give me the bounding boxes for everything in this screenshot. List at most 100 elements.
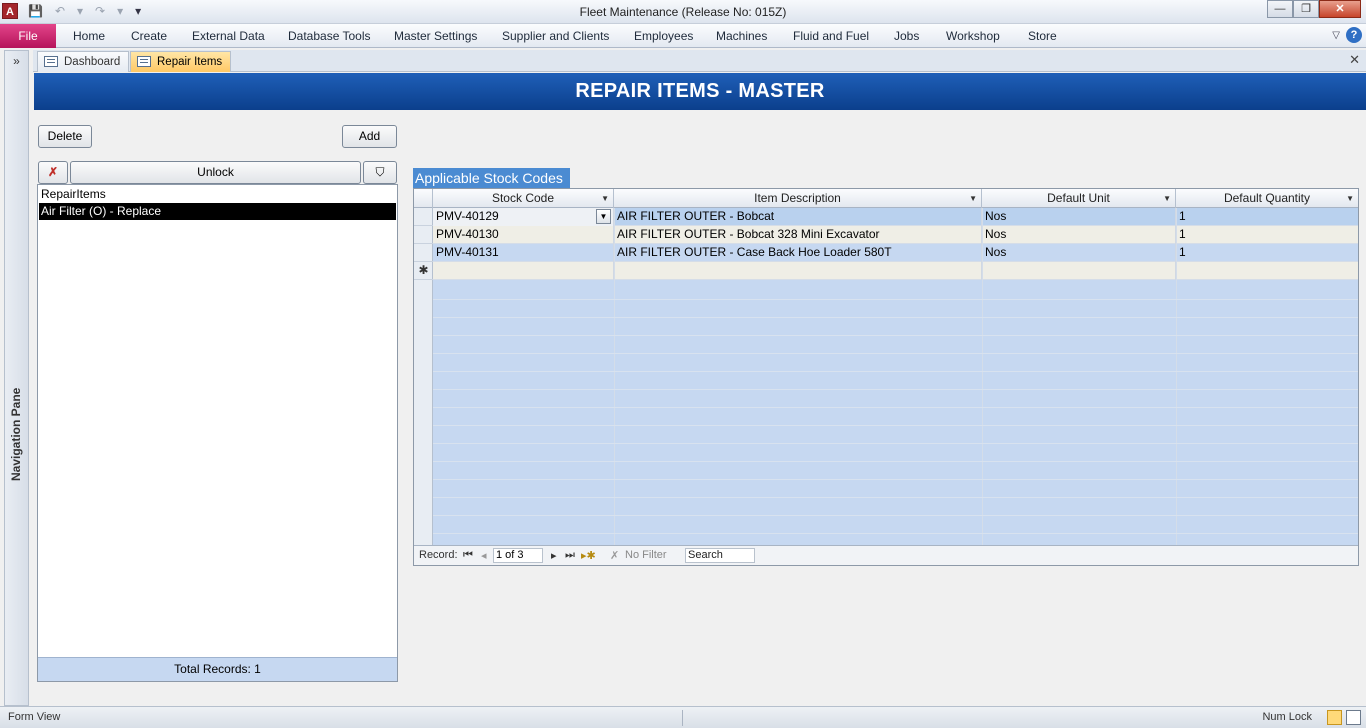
- column-dropdown-icon[interactable]: ▼: [1346, 190, 1354, 208]
- record-selector[interactable]: [414, 208, 433, 226]
- unlock-button[interactable]: Unlock: [70, 161, 361, 184]
- default-unit-cell[interactable]: Nos: [982, 226, 1176, 244]
- first-record-icon[interactable]: ⏮: [463, 549, 473, 562]
- default-unit-cell[interactable]: Nos: [982, 208, 1176, 226]
- grid-line: [433, 353, 1358, 354]
- default-unit-cell[interactable]: Nos: [982, 244, 1176, 262]
- undo-dropdown-icon[interactable]: ▾: [77, 4, 83, 18]
- tab-machines[interactable]: Machines: [716, 29, 767, 43]
- grid-line: [433, 299, 1358, 300]
- close-document-icon[interactable]: ✕: [1349, 52, 1360, 68]
- status-bar: Form View Num Lock: [0, 706, 1366, 728]
- previous-record-icon[interactable]: ◂: [481, 549, 487, 562]
- last-record-icon[interactable]: ⏭: [565, 549, 575, 562]
- ribbon-right-controls: ▽ ?: [1332, 27, 1362, 43]
- no-filter-icon[interactable]: ✗: [610, 549, 619, 562]
- tab-file[interactable]: File: [0, 24, 56, 48]
- column-divider: [614, 208, 615, 546]
- minimize-ribbon-icon[interactable]: ▽: [1332, 30, 1340, 41]
- close-button[interactable]: ✕: [1319, 0, 1361, 18]
- default-quantity-cell[interactable]: 1: [1176, 226, 1358, 244]
- document-tabs: Dashboard Repair Items: [33, 50, 1366, 72]
- tab-create[interactable]: Create: [131, 29, 167, 43]
- column-header-default-quantity[interactable]: Default Quantity ▼: [1176, 189, 1358, 208]
- redo-dropdown-icon[interactable]: ▾: [117, 4, 123, 18]
- new-record-row[interactable]: [433, 262, 1358, 280]
- add-button[interactable]: Add: [342, 125, 397, 148]
- column-header-default-unit[interactable]: Default Unit ▼: [982, 189, 1176, 208]
- access-app-icon[interactable]: A: [2, 3, 18, 19]
- record-selector[interactable]: [414, 244, 433, 262]
- search-input[interactable]: Search: [685, 548, 755, 563]
- column-header-stock-code[interactable]: Stock Code ▼: [433, 189, 614, 208]
- combo-dropdown-icon[interactable]: ▼: [596, 209, 611, 224]
- repair-items-list[interactable]: RepairItems Air Filter (O) - Replace Tot…: [37, 184, 398, 682]
- customize-qat-icon[interactable]: ▾: [135, 4, 141, 18]
- table-row[interactable]: PMV-40130 AIR FILTER OUTER - Bobcat 328 …: [433, 226, 1358, 244]
- delete-button[interactable]: Delete: [38, 125, 92, 148]
- default-unit-cell[interactable]: [982, 262, 1176, 280]
- design-view-icon[interactable]: [1346, 710, 1361, 725]
- tab-store[interactable]: Store: [1028, 29, 1057, 43]
- table-row[interactable]: PMV-40131 AIR FILTER OUTER - Case Back H…: [433, 244, 1358, 262]
- title-bar: A 💾 ↶ ▾ ↷ ▾ ▾ Fleet Maintenance (Release No: …: [0, 0, 1366, 24]
- expand-nav-icon[interactable]: »: [5, 54, 28, 68]
- tab-master-settings[interactable]: Master Settings: [394, 29, 477, 43]
- help-icon[interactable]: ?: [1346, 27, 1362, 43]
- tab-external-data[interactable]: External Data: [192, 29, 265, 43]
- doc-tab-dashboard[interactable]: Dashboard: [37, 51, 130, 72]
- item-description-cell[interactable]: AIR FILTER OUTER - Case Back Hoe Loader …: [614, 244, 982, 262]
- undo-icon[interactable]: ↶: [55, 4, 65, 18]
- status-divider: [682, 710, 683, 726]
- column-dropdown-icon[interactable]: ▼: [969, 190, 977, 208]
- default-quantity-cell[interactable]: [1176, 262, 1358, 280]
- list-item[interactable]: Air Filter (O) - Replace: [39, 203, 396, 220]
- item-description-cell[interactable]: AIR FILTER OUTER - Bobcat 328 Mini Excav…: [614, 226, 982, 244]
- redo-icon[interactable]: ↷: [95, 4, 105, 18]
- column-header-item-description[interactable]: Item Description ▼: [614, 189, 982, 208]
- form-view-icon[interactable]: [1327, 710, 1342, 725]
- next-record-icon[interactable]: ▸: [551, 549, 557, 562]
- new-record-nav-icon[interactable]: ▸✱: [581, 549, 596, 562]
- select-all-cell[interactable]: [414, 189, 433, 208]
- tab-database-tools[interactable]: Database Tools: [288, 29, 371, 43]
- stock-code-cell[interactable]: [433, 262, 614, 280]
- grid-line: [433, 533, 1358, 534]
- list-header: RepairItems: [41, 187, 106, 201]
- stock-code-cell[interactable]: PMV-40131: [433, 244, 614, 262]
- table-row[interactable]: PMV-40129 ▼ AIR FILTER OUTER - Bobcat Nos…: [433, 208, 1358, 226]
- default-quantity-cell[interactable]: 1: [1176, 208, 1358, 226]
- tab-employees[interactable]: Employees: [634, 29, 693, 43]
- new-record-icon[interactable]: ✱: [414, 262, 433, 280]
- filter-icon[interactable]: ⛉: [363, 161, 397, 184]
- column-label: Default Unit: [1047, 191, 1110, 205]
- tab-fluid-and-fuel[interactable]: Fluid and Fuel: [793, 29, 869, 43]
- column-label: Default Quantity: [1223, 191, 1311, 205]
- navigation-pane[interactable]: » Navigation Pane: [4, 50, 29, 706]
- no-filter-label[interactable]: No Filter: [625, 549, 667, 561]
- column-dropdown-icon[interactable]: ▼: [601, 190, 609, 208]
- form-title: REPAIR ITEMS - MASTER: [34, 73, 1366, 110]
- window-controls: — ❐ ✕: [1267, 0, 1361, 18]
- record-selector[interactable]: [414, 226, 433, 244]
- doc-tab-label: Repair Items: [157, 56, 223, 68]
- tab-home[interactable]: Home: [73, 29, 105, 43]
- current-record-input[interactable]: 1 of 3: [493, 548, 543, 563]
- tab-jobs[interactable]: Jobs: [894, 29, 919, 43]
- tab-workshop[interactable]: Workshop: [946, 29, 1000, 43]
- minimize-button[interactable]: —: [1267, 0, 1293, 18]
- stock-code-value: PMV-40129: [436, 209, 499, 223]
- item-description-cell[interactable]: [614, 262, 982, 280]
- form-icon: [137, 56, 151, 67]
- item-description-cell[interactable]: AIR FILTER OUTER - Bobcat: [614, 208, 982, 226]
- stock-code-cell[interactable]: PMV-40130: [433, 226, 614, 244]
- save-icon[interactable]: 💾: [28, 4, 43, 18]
- column-dropdown-icon[interactable]: ▼: [1163, 190, 1171, 208]
- stock-code-combo[interactable]: PMV-40129 ▼: [433, 208, 614, 226]
- doc-tab-repair-items[interactable]: Repair Items: [130, 51, 232, 72]
- datasheet-header: Stock Code ▼ Item Description ▼ Default Un…: [414, 189, 1358, 208]
- clear-filter-icon[interactable]: ✗: [38, 161, 68, 184]
- maximize-button[interactable]: ❐: [1293, 0, 1319, 18]
- default-quantity-cell[interactable]: 1: [1176, 244, 1358, 262]
- tab-supplier-and-clients[interactable]: Supplier and Clients: [502, 29, 609, 43]
